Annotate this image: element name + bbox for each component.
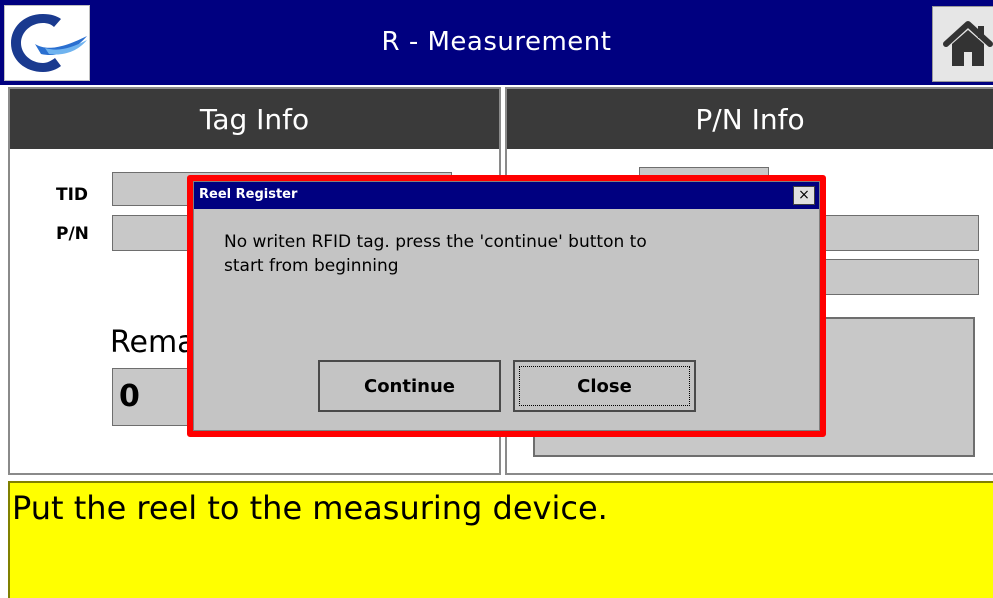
status-message: Put the reel to the measuring device. [8, 481, 993, 598]
continue-button[interactable]: Continue [318, 360, 501, 412]
focus-rect [519, 366, 690, 406]
window-title: R - Measurement [381, 27, 612, 57]
dialog-message-line-1: No writen RFID tag. press the 'continue'… [224, 232, 647, 252]
dialog-close-button[interactable]: × [793, 186, 815, 205]
reel-register-dialog: Reel Register × No writen RFID tag. pres… [193, 181, 820, 431]
dialog-message: No writen RFID tag. press the 'continue'… [224, 230, 784, 278]
app-titlebar: R - Measurement [0, 0, 993, 85]
continue-button-label: Continue [363, 375, 455, 397]
close-button[interactable]: Close [513, 360, 696, 412]
remain-label: Rema [110, 325, 196, 360]
dialog-message-line-2: start from beginning [224, 256, 399, 276]
dialog-title: Reel Register [199, 187, 298, 202]
dialog-titlebar: Reel Register × [194, 182, 819, 209]
tag-info-header: Tag Info [10, 89, 499, 149]
tid-label: TID [56, 185, 89, 205]
pn-info-header: P/N Info [507, 89, 993, 149]
home-icon [943, 21, 993, 66]
pn-label: P/N [56, 224, 89, 244]
home-button[interactable] [932, 6, 993, 82]
